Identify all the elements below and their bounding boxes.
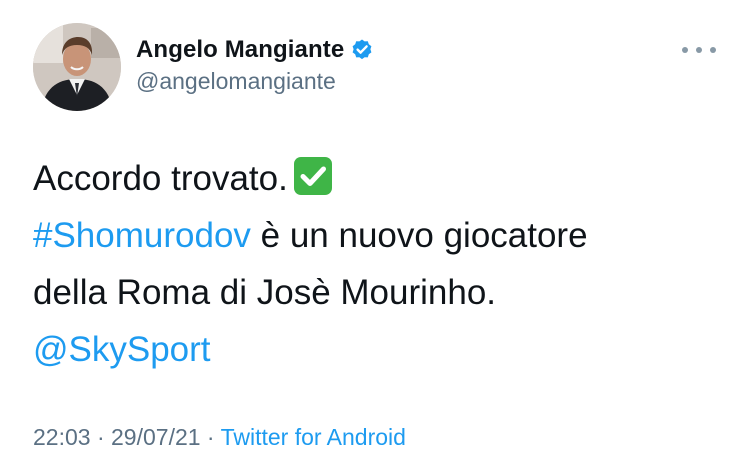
- tweet-text: Accordo trovato. #Shomurodov è un nuovo …: [33, 150, 723, 378]
- handle[interactable]: @angelomangiante: [136, 68, 374, 95]
- verified-badge-icon: [350, 38, 374, 62]
- name-row: Angelo Mangiante: [136, 34, 374, 66]
- tweet-meta: 22:03 · 29/07/21 · Twitter for Android: [33, 424, 406, 451]
- tweet-text-segment: Accordo trovato.: [33, 159, 288, 198]
- display-name[interactable]: Angelo Mangiante: [136, 36, 344, 64]
- mention-link[interactable]: @SkySport: [33, 330, 211, 369]
- tweet-text-segment: è un nuovo giocatore: [250, 216, 588, 255]
- check-mark-button-icon: [293, 157, 332, 195]
- tweet-date[interactable]: 29/07/21: [111, 424, 201, 450]
- meta-separator: ·: [200, 424, 221, 450]
- author-block: Angelo Mangiante @angelomangiante: [136, 34, 374, 95]
- tweet-line-2: #Shomurodov è un nuovo giocatore: [33, 207, 723, 264]
- tweet-source-link[interactable]: Twitter for Android: [221, 424, 406, 450]
- tweet-time[interactable]: 22:03: [33, 424, 91, 450]
- more-options-icon[interactable]: [682, 40, 716, 60]
- meta-separator: ·: [90, 424, 112, 450]
- tweet-line-1: Accordo trovato.: [33, 150, 723, 207]
- tweet-card: Angelo Mangiante @angelomangiante Accord…: [0, 0, 750, 470]
- avatar[interactable]: [33, 23, 121, 111]
- hashtag-link[interactable]: #Shomurodov: [33, 216, 251, 255]
- tweet-line-4: @SkySport: [33, 321, 723, 378]
- tweet-line-3: della Roma di Josè Mourinho.: [33, 273, 497, 312]
